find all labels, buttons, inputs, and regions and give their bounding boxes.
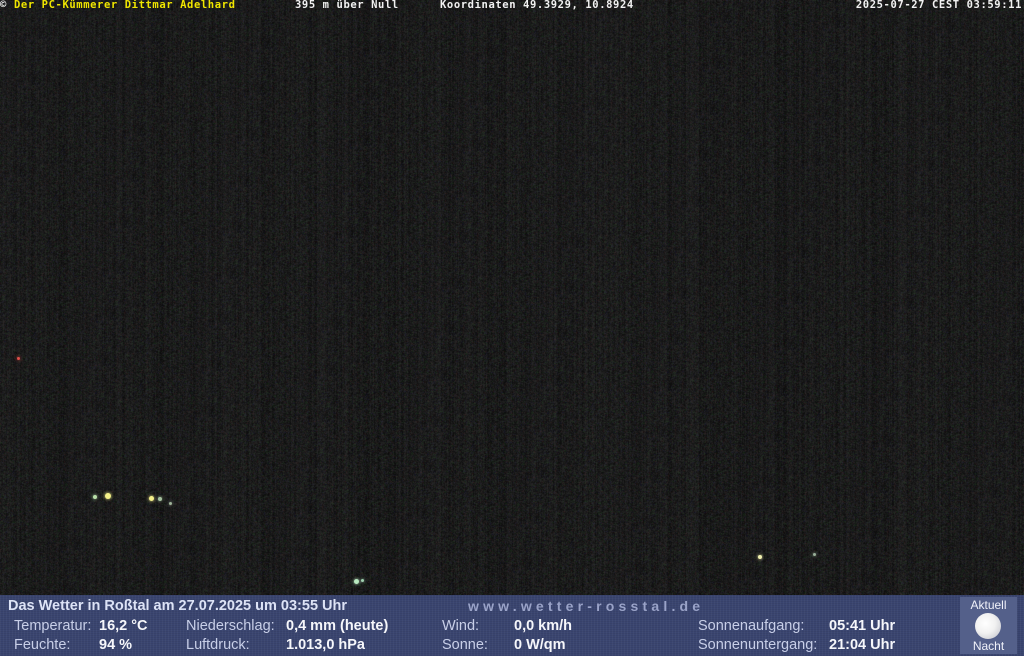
distant-light	[812, 552, 816, 556]
webcam-image: © Der PC-Kümmerer Dittmar Adelhard 395 m…	[0, 0, 1024, 595]
moon-phase-box: Aktuell Nacht	[960, 597, 1017, 654]
precipitation-value: 0,4 mm (heute)	[286, 618, 389, 634]
distant-light	[158, 497, 162, 501]
pressure-value: 1.013,0 hPa	[286, 637, 365, 653]
altitude-text: 395 m über Null	[295, 0, 399, 11]
humidity-label: Feuchte:	[14, 637, 71, 653]
pressure-label: Luftdruck:	[186, 637, 250, 653]
website-link[interactable]: www.wetter-rosstal.de	[468, 598, 704, 614]
copyright-symbol: ©	[0, 0, 7, 11]
sunset-value: 21:04 Uhr	[829, 637, 896, 653]
distant-light	[758, 555, 762, 559]
moon-current-label: Aktuell	[970, 598, 1007, 612]
wind-value: 0,0 km/h	[514, 618, 573, 634]
sun-label: Sonne:	[442, 637, 488, 653]
temperature-label: Temperatur:	[14, 618, 92, 634]
moon-phase-icon	[975, 613, 1001, 639]
temperature-value: 16,2 °C	[99, 618, 148, 634]
distant-light	[105, 493, 111, 499]
precipitation-label: Niederschlag:	[186, 618, 275, 634]
coordinates-text: Koordinaten 49.3929, 10.8924	[440, 0, 634, 11]
camera-info-bar: © Der PC-Kümmerer Dittmar Adelhard 395 m…	[0, 0, 1024, 11]
distant-light	[16, 356, 20, 360]
night-sky-scene	[0, 0, 1024, 595]
distant-light	[93, 495, 97, 499]
sunrise-label: Sonnenaufgang:	[698, 618, 805, 634]
weather-headline: Das Wetter in Roßtal am 27.07.2025 um 03…	[8, 598, 348, 614]
weather-panel: Das Wetter in Roßtal am 27.07.2025 um 03…	[0, 595, 1024, 656]
owner-name: Der PC-Kümmerer Dittmar Adelhard	[14, 0, 236, 11]
humidity-value: 94 %	[99, 637, 133, 653]
distant-light	[148, 495, 154, 501]
sun-value: 0 W/qm	[514, 637, 566, 653]
moon-night-label: Nacht	[972, 639, 1005, 653]
timestamp-text: 2025-07-27 CEST 03:59:11	[855, 0, 1022, 11]
wind-label: Wind:	[442, 618, 480, 634]
distant-light	[353, 578, 359, 584]
distant-light	[360, 578, 364, 582]
distant-light	[168, 501, 172, 505]
sunset-label: Sonnenuntergang:	[698, 637, 818, 653]
sunrise-value: 05:41 Uhr	[829, 618, 896, 634]
